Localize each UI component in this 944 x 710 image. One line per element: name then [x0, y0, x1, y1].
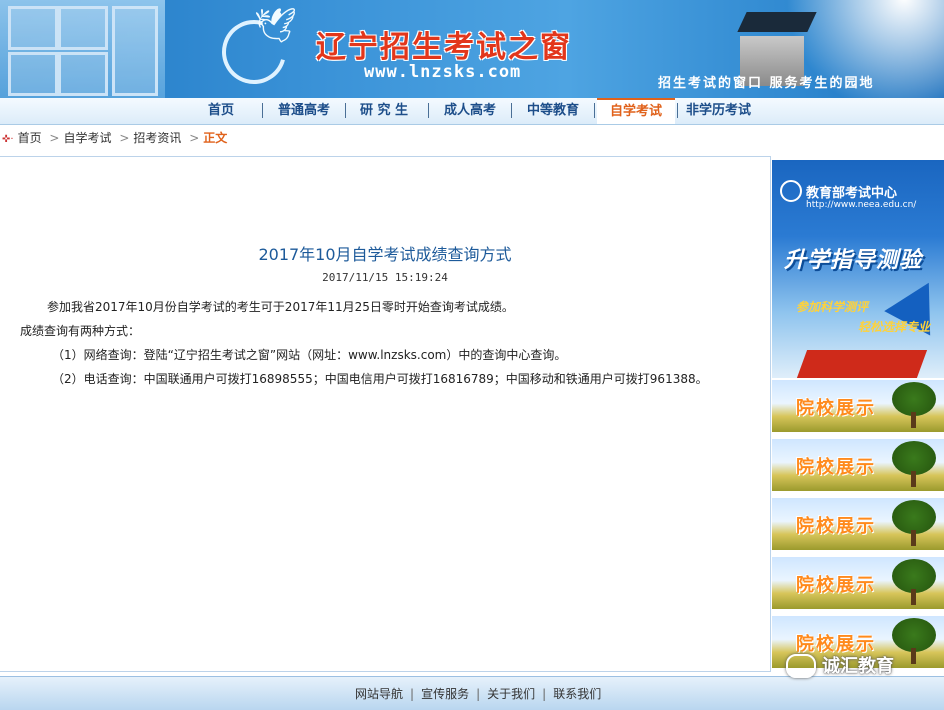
article-timestamp: 2017/11/15 15:19:24	[322, 271, 448, 284]
nav-divider	[511, 103, 512, 118]
tree-icon	[892, 382, 936, 416]
neea-slogan: 升学指导测验	[784, 248, 923, 273]
nav-divider	[594, 103, 595, 118]
footer-link-contact[interactable]: 联系我们	[553, 685, 601, 702]
neea-emblem-icon	[780, 180, 802, 202]
article-body: 参加我省2017年10月份自学考试的考生可于2017年11月25日零时开始查询考…	[20, 295, 760, 391]
article-paragraph: （1）网络查询：登陆“辽宁招生考试之窗”网站（网址：www.lnzsks.com…	[52, 348, 567, 362]
breadcrumb: ✜· 首页 > 自学考试 > 招考资讯 > 正文	[0, 128, 227, 148]
site-url: www.lnzsks.com	[364, 62, 522, 82]
breadcrumb-self-study[interactable]: 自学考试	[63, 128, 111, 148]
breadcrumb-news[interactable]: 招考资讯	[133, 128, 181, 148]
nav-divider	[677, 103, 678, 118]
nav-item-adult[interactable]: 成人高考	[444, 98, 496, 124]
nav-item-gaokao[interactable]: 普通高考	[278, 98, 330, 124]
nav-item-secondary[interactable]: 中等教育	[527, 98, 579, 124]
footer-link-about[interactable]: 关于我们	[487, 685, 535, 702]
article-paragraph: 参加我省2017年10月份自学考试的考生可于2017年11月25日零时开始查询考…	[47, 300, 514, 314]
tree-trunk	[911, 589, 916, 605]
neea-banner[interactable]: 教育部考试中心 http://www.neea.edu.cn/ 升学指导测验 参…	[772, 160, 944, 378]
article-title: 2017年10月自学考试成绩查询方式	[258, 245, 512, 264]
main-nav: 首页 普通高考 研 究 生 成人高考 中等教育 自学考试 非学历考试	[0, 98, 944, 125]
graduation-cap-icon	[737, 12, 817, 32]
school-showcase-banner[interactable]: 院校展示	[772, 439, 944, 491]
location-icon: ✜·	[2, 134, 14, 145]
tree-icon	[892, 500, 936, 534]
breadcrumb-separator: >	[189, 131, 200, 145]
tree-trunk	[911, 471, 916, 487]
breadcrumb-separator: >	[119, 131, 130, 145]
footer-link-sitemap[interactable]: 网站导航	[355, 685, 403, 702]
school-showcase-label: 院校展示	[796, 516, 876, 537]
tree-icon	[892, 441, 936, 475]
school-showcase-label: 院校展示	[796, 575, 876, 596]
nav-divider	[262, 103, 263, 118]
neea-subtitle: 参加科学测评	[796, 300, 869, 314]
nav-divider	[345, 103, 346, 118]
tree-trunk	[911, 530, 916, 546]
nav-item-self-study[interactable]: 自学考试	[597, 98, 675, 124]
article-paragraph: （2）电话查询：中国联通用户可拨打16898555；中国电信用户可拨打16816…	[52, 372, 708, 386]
header-banner: 🕊 辽宁招生考试之窗 www.lnzsks.com 招生考试的窗口 服务考生的园…	[0, 0, 944, 98]
tree-trunk	[911, 412, 916, 428]
school-showcase-label: 院校展示	[796, 398, 876, 419]
neea-url: http://www.neea.edu.cn/	[806, 200, 917, 210]
tree-trunk	[911, 648, 916, 664]
neea-title: 教育部考试中心	[806, 186, 898, 201]
footer-links: 网站导航 | 宣传服务 | 关于我们 | 联系我们	[355, 685, 601, 702]
breadcrumb-current: 正文	[203, 131, 228, 145]
footer-link-publicity[interactable]: 宣传服务	[421, 685, 469, 702]
footer-separator: |	[410, 687, 415, 701]
school-showcase-banner[interactable]: 院校展示	[772, 380, 944, 432]
tree-icon	[892, 559, 936, 593]
school-showcase-label: 院校展示	[796, 457, 876, 478]
school-showcase-banner[interactable]: 院校展示	[772, 557, 944, 609]
window-graphic	[0, 0, 165, 98]
footer-separator: |	[542, 687, 547, 701]
article-panel: 2017年10月自学考试成绩查询方式 2017/11/15 15:19:24 参…	[0, 156, 771, 672]
wechat-icon	[786, 654, 816, 678]
site-title: 辽宁招生考试之窗	[316, 30, 572, 65]
footer: 网站导航 | 宣传服务 | 关于我们 | 联系我们	[0, 676, 944, 710]
nav-item-graduate[interactable]: 研 究 生	[360, 98, 408, 124]
tree-icon	[892, 618, 936, 652]
nav-divider	[428, 103, 429, 118]
breadcrumb-separator: >	[49, 131, 60, 145]
watermark-text: 诚汇教育	[822, 656, 894, 677]
school-showcase-banner[interactable]: 院校展示	[772, 498, 944, 550]
neea-subtitle: 轻松选择专业	[858, 320, 931, 334]
nav-item-non-degree[interactable]: 非学历考试	[686, 98, 751, 124]
nav-item-home[interactable]: 首页	[208, 98, 234, 124]
breadcrumb-home[interactable]: 首页	[18, 128, 42, 148]
neea-red-bar	[796, 350, 928, 378]
article-paragraph: 成绩查询有两种方式：	[20, 324, 141, 338]
logo-dove-icon: 🕊	[254, 6, 298, 46]
header-slogan: 招生考试的窗口 服务考生的园地	[658, 76, 875, 91]
footer-separator: |	[476, 687, 481, 701]
